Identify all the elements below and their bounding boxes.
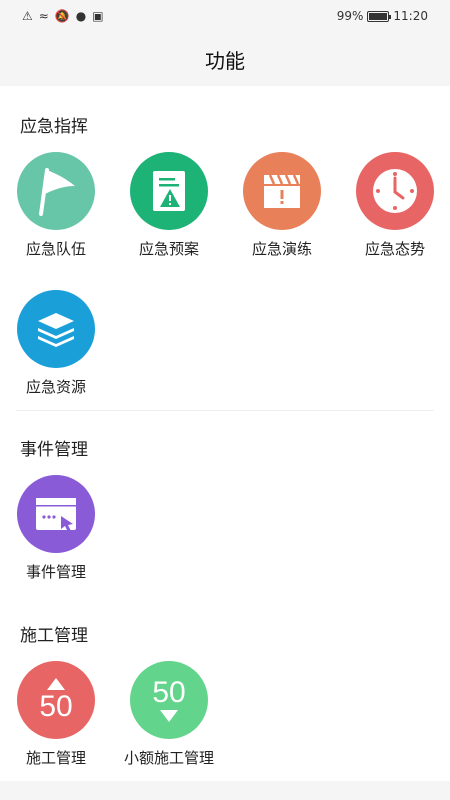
flag-icon bbox=[17, 152, 95, 230]
status-bar: ⚠ ≈ 🔕 ● ▣ 99% 11:20 bbox=[0, 0, 450, 32]
battery-icon bbox=[367, 10, 392, 22]
section-title-emergency: 应急指挥 bbox=[20, 117, 88, 137]
section-title-event: 事件管理 bbox=[20, 440, 88, 460]
item-label: 应急资源 bbox=[25, 378, 86, 396]
image-notification-icon: ▣ bbox=[92, 9, 104, 23]
item-small-construction-management[interactable]: 50 小额施工管理 bbox=[119, 661, 219, 768]
item-construction-management[interactable]: 50 施工管理 bbox=[6, 661, 106, 768]
document-warning-icon bbox=[130, 152, 208, 230]
item-event-management[interactable]: 事件管理 bbox=[6, 475, 106, 582]
item-label: 应急态势 bbox=[364, 240, 425, 258]
item-emergency-drill[interactable]: 应急演练 bbox=[232, 152, 332, 259]
mute-bell-icon: 🔕 bbox=[54, 9, 70, 23]
item-label: 事件管理 bbox=[25, 563, 86, 581]
item-label: 应急预案 bbox=[138, 240, 199, 258]
item-label: 应急队伍 bbox=[25, 240, 86, 258]
item-emergency-team[interactable]: 应急队伍 bbox=[6, 152, 106, 259]
wifi-icon: ≈ bbox=[38, 9, 49, 23]
alert-icon: ⚠ bbox=[22, 9, 33, 23]
function-list: 应急指挥 应急队伍 应急预案 应急演练 应急态势 应急资源 事件管理 事件管理 … bbox=[0, 86, 450, 781]
item-label: 小额施工管理 bbox=[123, 749, 214, 767]
item-emergency-situation[interactable]: 应急态势 bbox=[345, 152, 445, 259]
item-emergency-plan[interactable]: 应急预案 bbox=[119, 152, 219, 259]
triangle-up-50-icon: 50 bbox=[17, 661, 95, 739]
clapperboard-icon bbox=[243, 152, 321, 230]
battery-percent: 99% bbox=[336, 9, 364, 23]
layers-icon bbox=[17, 290, 95, 368]
status-icons-left: ⚠ ≈ 🔕 ● ▣ bbox=[22, 10, 104, 22]
icon-number: 50 bbox=[152, 676, 186, 709]
bottom-area bbox=[0, 781, 450, 800]
section-title-construction: 施工管理 bbox=[20, 626, 88, 646]
window-cursor-icon bbox=[17, 475, 95, 553]
item-label: 施工管理 bbox=[25, 749, 86, 767]
nav-bar: 功能 bbox=[0, 32, 450, 86]
app-notification-icon: ● bbox=[75, 9, 87, 23]
icon-number: 50 bbox=[39, 690, 73, 723]
status-icons-right: 99% 11:20 bbox=[337, 9, 428, 23]
item-label: 应急演练 bbox=[251, 240, 312, 258]
status-time: 11:20 bbox=[393, 9, 428, 23]
page-title: 功能 bbox=[205, 48, 245, 73]
triangle-down-50-icon: 50 bbox=[130, 661, 208, 739]
item-emergency-resources[interactable]: 应急资源 bbox=[6, 290, 106, 397]
section-divider bbox=[16, 410, 434, 411]
clock-icon bbox=[356, 152, 434, 230]
